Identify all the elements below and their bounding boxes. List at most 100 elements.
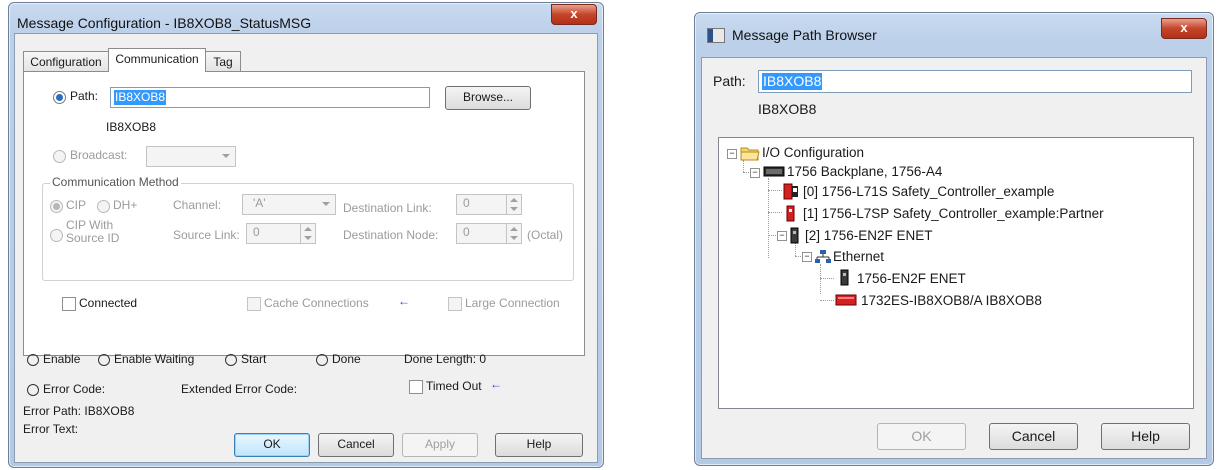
cip-label: CIP [66, 198, 87, 212]
chevron-down-icon [222, 154, 230, 158]
dialog-title: Message Configuration - IB8XOB8_StatusMS… [17, 15, 312, 31]
cancel-button[interactable]: Cancel [318, 433, 394, 457]
enable-waiting-status: Enable Waiting [114, 352, 195, 366]
ok-button[interactable]: OK [877, 423, 966, 450]
browse-button[interactable]: Browse... [445, 86, 531, 110]
io-block-icon [835, 294, 857, 306]
cip-radio[interactable] [50, 200, 63, 213]
dialog-body: Configuration Communication Tag Path: IB… [14, 33, 598, 463]
tree-node-io-configuration[interactable]: I/O Configuration [762, 145, 864, 161]
network-icon [815, 250, 831, 263]
large-connection-checkbox[interactable] [448, 297, 462, 311]
spinner-arrows-icon[interactable] [506, 224, 521, 243]
broadcast-radio[interactable] [53, 150, 66, 163]
destination-link-label: Destination Link: [343, 201, 432, 215]
dh-plus-radio[interactable] [97, 200, 110, 213]
tree-node-slot2-en2f[interactable]: [2] 1756-EN2F ENET [805, 228, 933, 244]
tab-configuration[interactable]: Configuration [23, 51, 109, 72]
cip-with-source-id-radio[interactable] [50, 229, 63, 242]
dh-plus-label: DH+ [113, 198, 138, 212]
spinner-arrows-icon[interactable] [300, 224, 315, 243]
path-radio[interactable] [53, 91, 66, 104]
path-resolved-text: IB8XOB8 [106, 120, 157, 134]
app-icon [707, 28, 725, 43]
collapse-toggle[interactable]: − [777, 231, 787, 241]
broadcast-label: Broadcast: [70, 148, 128, 162]
destination-node-label: Destination Node: [343, 228, 439, 242]
tree-node-backplane[interactable]: 1756 Backplane, 1756-A4 [787, 164, 942, 180]
error-text-label: Error Text: [23, 422, 79, 436]
module-icon [790, 227, 799, 244]
collapse-toggle[interactable]: − [750, 168, 760, 178]
tab-panel: Path: IB8XOB8 Browse... IB8XOB8 Broadcas… [23, 71, 585, 356]
cip-with-source-id-label: CIP With Source ID [66, 218, 120, 245]
tree-node-slot1-safety-partner[interactable]: [1] 1756-L7SP Safety_Controller_example:… [803, 206, 1104, 222]
tree-line [768, 190, 782, 191]
apply-button[interactable]: Apply [402, 433, 478, 457]
connected-label: Connected [79, 296, 138, 310]
broadcast-select[interactable] [146, 146, 236, 167]
dialog-body: Path: IB8XOB8 IB8XOB8 − I/O Configuratio… [701, 57, 1207, 459]
source-link-label: Source Link: [173, 228, 240, 242]
done-indicator-icon [316, 354, 328, 366]
channel-label: Channel: [173, 198, 222, 212]
timed-out-label: Timed Out [426, 379, 482, 393]
timed-out-checkbox [409, 380, 423, 394]
tree-node-en2f-enet[interactable]: 1756-EN2F ENET [857, 271, 966, 287]
tree-line [820, 278, 834, 279]
path-input[interactable]: IB8XOB8 [758, 70, 1192, 93]
source-link-spinner[interactable]: 0 [246, 223, 316, 244]
destination-link-spinner[interactable]: 0 [456, 194, 522, 215]
collapse-toggle[interactable]: − [727, 149, 737, 159]
dialog-title: Message Path Browser [732, 27, 877, 43]
backplane-icon [763, 166, 785, 177]
tab-tag[interactable]: Tag [205, 51, 241, 72]
tree-line [795, 242, 796, 256]
destination-link-value: 0 [463, 196, 470, 210]
enable-indicator-icon [27, 354, 39, 366]
spinner-arrows-icon[interactable] [506, 195, 521, 214]
tree-node-slot0-safety-controller[interactable]: [0] 1756-L71S Safety_Controller_example [803, 184, 1054, 200]
large-connection-label: Large Connection [465, 296, 560, 310]
tree-line [768, 212, 782, 213]
collapse-toggle[interactable]: − [802, 252, 812, 262]
octal-label: (Octal) [527, 228, 563, 242]
cache-connections-checkbox[interactable] [247, 297, 261, 311]
path-label: Path: [713, 73, 746, 89]
tree-node-1732es-ib8xob8[interactable]: 1732ES-IB8XOB8/A IB8XOB8 [861, 293, 1042, 309]
safety-controller-icon [783, 183, 798, 200]
enable-status: Enable [43, 352, 81, 366]
tree-node-ethernet[interactable]: Ethernet [833, 249, 884, 265]
error-code-indicator-icon [27, 384, 39, 396]
folder-icon [740, 147, 760, 161]
left-arrow-icon: ← [398, 294, 410, 308]
destination-node-spinner[interactable]: 0 [456, 223, 522, 244]
tab-communication[interactable]: Communication [108, 48, 206, 72]
path-input[interactable]: IB8XOB8 [110, 87, 430, 108]
tree-line [743, 160, 744, 172]
help-button[interactable]: Help [1101, 423, 1190, 450]
close-button[interactable]: x [551, 4, 597, 25]
io-tree[interactable]: − I/O Configuration − 1756 Backplane, 17… [718, 137, 1194, 409]
connected-checkbox[interactable] [62, 297, 76, 311]
path-input-value: IB8XOB8 [762, 73, 823, 90]
enable-waiting-indicator-icon [98, 354, 110, 366]
tree-line [820, 264, 821, 294]
start-status: Start [241, 352, 267, 366]
path-label: Path: [70, 89, 99, 103]
channel-value: 'A' [253, 196, 266, 210]
safety-partner-icon [786, 205, 795, 222]
extended-error-code-label: Extended Error Code: [181, 382, 298, 396]
start-indicator-icon [225, 354, 237, 366]
close-button[interactable]: x [1161, 18, 1207, 39]
source-link-value: 0 [253, 225, 260, 239]
ok-button[interactable]: OK [234, 433, 310, 457]
left-arrow-icon: ← [490, 377, 502, 391]
done-status: Done [332, 352, 361, 366]
help-button[interactable]: Help [495, 433, 583, 457]
chevron-down-icon [322, 202, 330, 206]
path-input-value: IB8XOB8 [114, 90, 167, 105]
channel-select[interactable]: 'A' [242, 194, 336, 215]
cancel-button[interactable]: Cancel [989, 423, 1078, 450]
message-configuration-dialog: Message Configuration - IB8XOB8_StatusMS… [8, 2, 604, 468]
